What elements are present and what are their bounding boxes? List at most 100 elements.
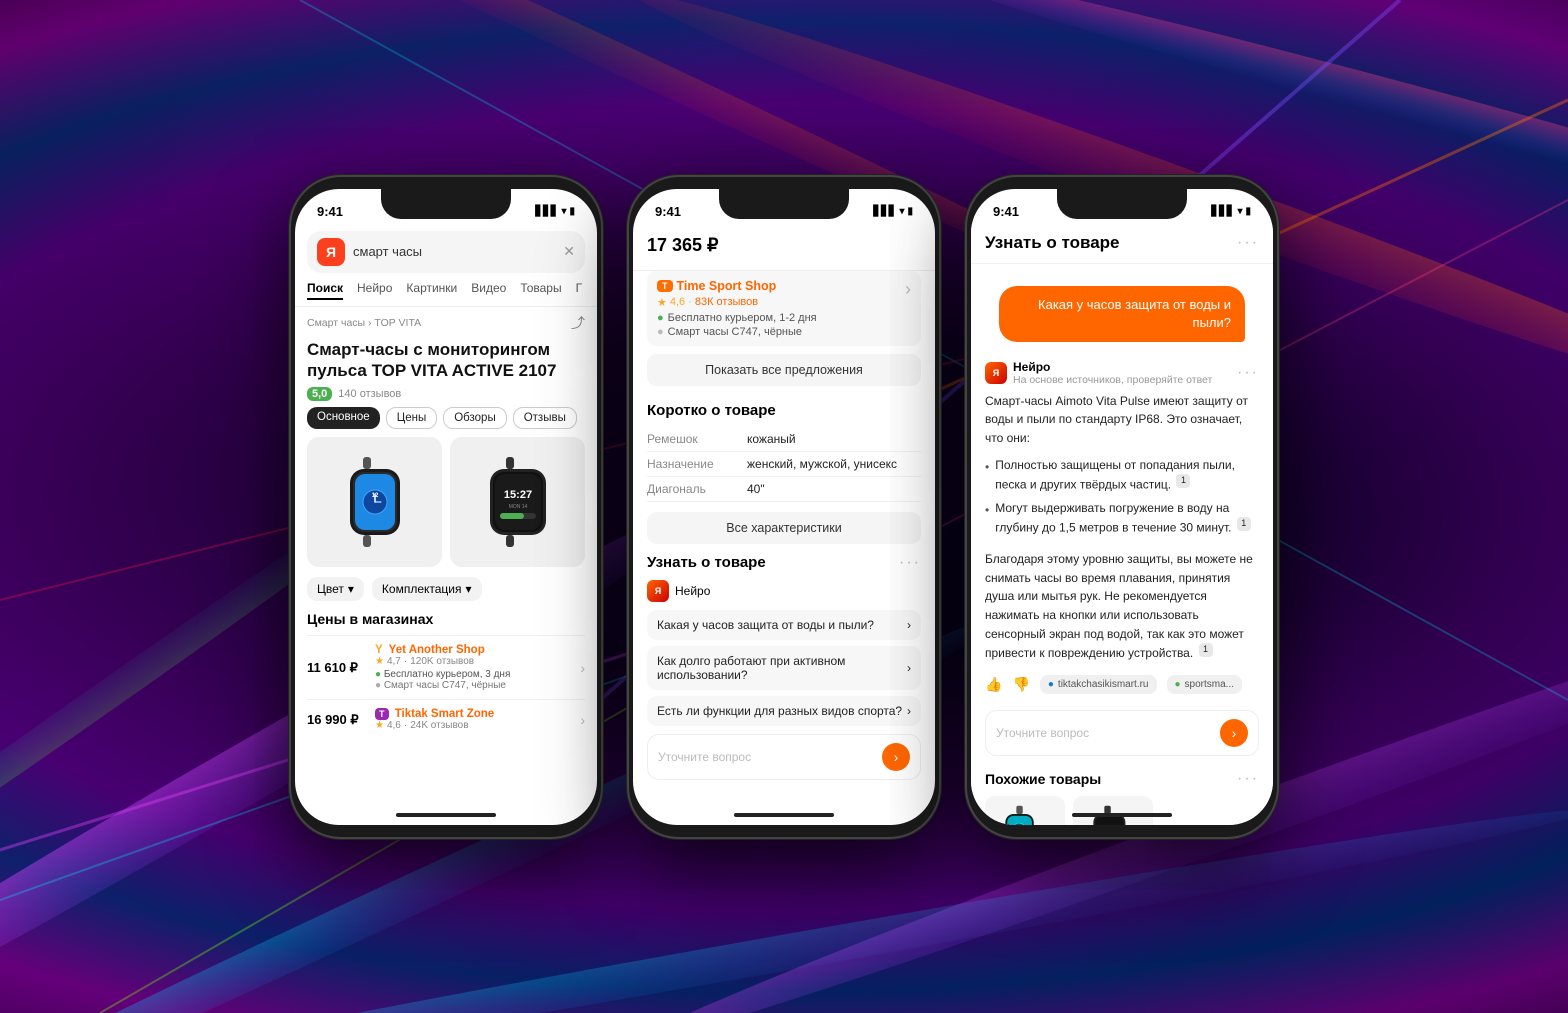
share-icon[interactable]: ⤴: [571, 313, 585, 333]
short-info-section: Коротко о товаре Ремешок кожаный Назначе…: [633, 396, 935, 544]
star-icon: ★: [375, 656, 384, 667]
cite-3: 1: [1199, 643, 1213, 657]
p3-refine-container: Уточните вопрос ›: [985, 710, 1259, 756]
thumbs-up-icon[interactable]: 👍: [985, 676, 1002, 693]
similar-item-1[interactable]: [985, 796, 1065, 825]
signal-icon: ▋▋▋: [535, 206, 558, 217]
neiro-more-icon[interactable]: ···: [1237, 364, 1259, 382]
prices-title: Цены в магазинах: [307, 611, 585, 627]
phone-1: 9:41 ▋▋▋ ▾ ▮ Я смарт часы ✕ Поиск Нейро: [291, 177, 601, 837]
filter-ratings[interactable]: Отзывы: [513, 407, 577, 429]
tab-neiro[interactable]: Нейро: [357, 281, 392, 300]
source-chip-2[interactable]: ● sportsma...: [1167, 675, 1243, 694]
bullet-1: •: [985, 458, 989, 493]
tab-images[interactable]: Картинки: [406, 281, 457, 300]
tab-goods[interactable]: Товары: [520, 281, 561, 300]
shop-product-1: ● Смарт часы С747, чёрные: [375, 680, 572, 691]
watch-svg-2: 15:27 MON 14: [478, 452, 558, 552]
filter-basic[interactable]: Основное: [307, 407, 380, 429]
search-bar[interactable]: Я смарт часы ✕: [307, 231, 585, 273]
phone-3-status-icons: ▋▋▋ ▾ ▮: [1211, 206, 1251, 217]
spec-row-2: Назначение женский, мужской, унисекс: [647, 452, 921, 477]
phone-2-status-icons: ▋▋▋ ▾ ▮: [873, 206, 913, 217]
shop-card[interactable]: T Time Sport Shop ★ 4,6 · 83К отзывов ●: [647, 271, 921, 346]
question-2[interactable]: Как долго работают при активном использо…: [647, 646, 921, 690]
shop-card-rating: ★ 4,6 · 83К отзывов: [657, 296, 817, 309]
spec-row-1: Ремешок кожаный: [647, 427, 921, 452]
spec-label-3: Диагональ: [647, 482, 747, 496]
wifi-icon: ▾: [561, 206, 566, 217]
similar-header: Похожие товары ···: [985, 770, 1259, 788]
spec-table: Ремешок кожаный Назначение женский, мужс…: [633, 427, 935, 502]
phone-2-content: 17 365 ₽ T Time Sport Shop ★: [633, 225, 935, 825]
shop-delivery-1: ● Бесплатно курьером, 3 дня: [375, 669, 572, 680]
question-3[interactable]: Есть ли функции для разных видов спорта?…: [647, 696, 921, 726]
spec-row-3: Диагональ 40": [647, 477, 921, 502]
watch-svg-1: 12: [335, 452, 415, 552]
chevron-right-icon-2: ›: [580, 712, 585, 728]
thumbs-down-icon[interactable]: 👎: [1012, 676, 1029, 693]
question-1[interactable]: Какая у часов защита от воды и пыли? ›: [647, 610, 921, 640]
chevron-q3: ›: [907, 704, 911, 718]
shop-name-1: Y Yet Another Shop: [375, 644, 572, 656]
tab-more[interactable]: Г: [576, 281, 583, 300]
shop-rating-1: ★ 4,7 · 120K отзывов: [375, 656, 572, 667]
color-dropdown[interactable]: Цвет ▾: [307, 577, 364, 601]
phone-3-screen: 9:41 ▋▋▋ ▾ ▮ Узнать о товаре ··· Какая у…: [971, 189, 1273, 825]
refine-input[interactable]: Уточните вопрос ›: [647, 734, 921, 780]
tab-video[interactable]: Видео: [471, 281, 506, 300]
phone-1-notch: [381, 189, 511, 219]
user-question-bubble: Какая у часов защита от воды и пыли?: [999, 286, 1245, 342]
p3-more-icon[interactable]: ···: [1237, 234, 1259, 252]
phone-3: 9:41 ▋▋▋ ▾ ▮ Узнать о товаре ··· Какая у…: [967, 177, 1277, 837]
neiro-answer-badge: Я Нейро На основе источников, проверяйте…: [985, 360, 1212, 386]
cite-1: 1: [1176, 474, 1190, 488]
battery-icon: ▮: [569, 206, 575, 217]
source-chip-1[interactable]: ● tiktakchasikismart.ru: [1040, 675, 1157, 694]
phone-1-content: Я смарт часы ✕ Поиск Нейро Картинки Виде…: [295, 225, 597, 825]
short-info-title: Коротко о товаре: [633, 396, 935, 427]
more-options-icon[interactable]: ···: [899, 554, 921, 572]
star-icon-2: ★: [375, 720, 384, 731]
battery-icon-3: ▮: [1245, 206, 1251, 217]
yandex-logo: Я: [317, 238, 345, 266]
show-all-button[interactable]: Показать все предложения: [647, 354, 921, 386]
nav-tabs: Поиск Нейро Картинки Видео Товары Г: [295, 273, 597, 307]
phone-1-time: 9:41: [317, 204, 343, 219]
similar-items: 12:45: [985, 796, 1259, 825]
phone-3-content: Узнать о товаре ··· Какая у часов защита…: [971, 225, 1273, 825]
clear-search-icon[interactable]: ✕: [563, 243, 575, 260]
color-filter-row: Цвет ▾ Комплектация ▾: [295, 567, 597, 607]
filter-reviews-btn[interactable]: Обзоры: [443, 407, 506, 429]
similar-watch-1: [998, 803, 1053, 824]
answer-item-1: • Полностью защищены от попадания пыли, …: [985, 456, 1259, 493]
shop-price-2: 16 990 ₽: [307, 712, 367, 728]
phone-1-screen: 9:41 ▋▋▋ ▾ ▮ Я смарт часы ✕ Поиск Нейро: [295, 189, 597, 825]
similar-item-2[interactable]: 12:45: [1073, 796, 1153, 825]
send-button[interactable]: ›: [882, 743, 910, 771]
review-count: 140 отзывов: [338, 388, 401, 400]
chevron-q2: ›: [907, 661, 911, 675]
phone-3-notch: [1057, 189, 1187, 219]
answer-list: • Полностью защищены от попадания пыли, …: [971, 456, 1273, 551]
phone-1-status-icons: ▋▋▋ ▾ ▮: [535, 206, 575, 217]
filter-prices[interactable]: Цены: [386, 407, 438, 429]
prices-section: Цены в магазинах 11 610 ₽ Y Yet Another …: [295, 607, 597, 739]
rating-badge: 5,0: [307, 387, 332, 401]
learn-section: Узнать о товаре ··· Я Нейро Какая у часо…: [633, 554, 935, 780]
chevron-icon: ▾: [348, 582, 354, 596]
price-header: 17 365 ₽: [633, 225, 935, 271]
phone-1-home-indicator: [396, 813, 496, 817]
p3-refine-input[interactable]: Уточните вопрос ›: [985, 710, 1259, 756]
shop-row-2[interactable]: 16 990 ₽ T Tiktak Smart Zone ★ 4,6 ·: [307, 699, 585, 739]
p3-send-button[interactable]: ›: [1220, 719, 1248, 747]
wifi-icon-3: ▾: [1237, 206, 1242, 217]
shop-row-1[interactable]: 11 610 ₽ Y Yet Another Shop ★ 4,7 ·: [307, 635, 585, 699]
complect-dropdown[interactable]: Комплектация ▾: [372, 577, 482, 601]
similar-more-icon[interactable]: ···: [1237, 770, 1259, 788]
tab-search[interactable]: Поиск: [307, 281, 343, 300]
bullet-2: •: [985, 501, 989, 536]
phone-2-home-indicator: [734, 813, 834, 817]
all-specs-button[interactable]: Все характеристики: [647, 512, 921, 544]
svg-text:MON 14: MON 14: [508, 504, 527, 510]
